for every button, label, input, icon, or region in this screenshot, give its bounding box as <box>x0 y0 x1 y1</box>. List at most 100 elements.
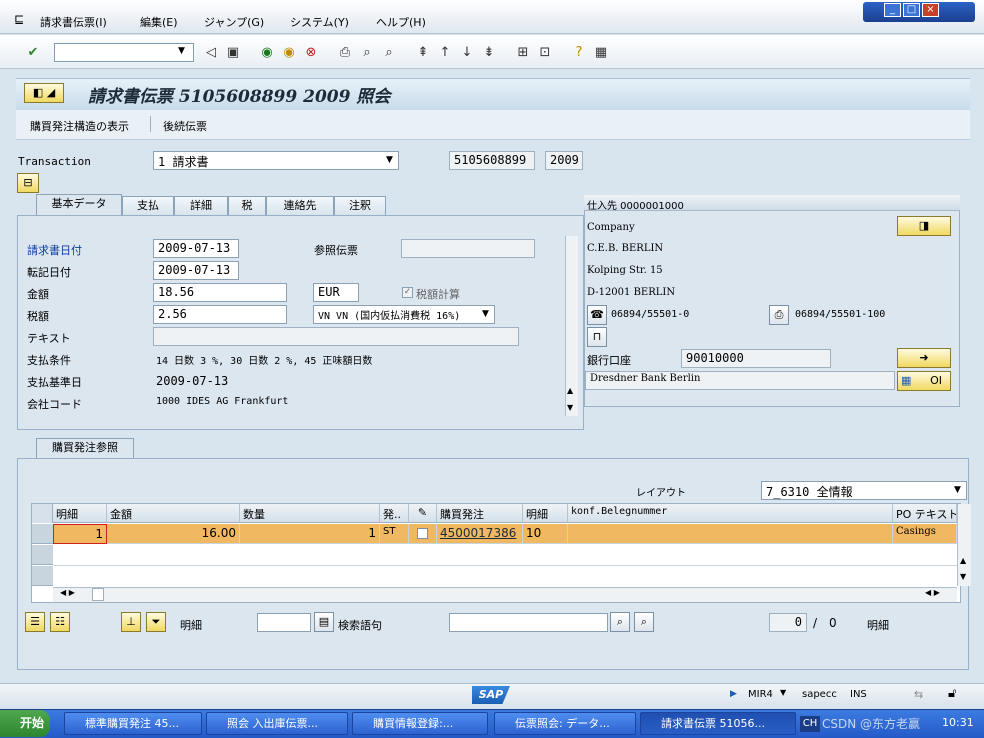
tax-code-select[interactable]: VN VN (国内仮払消費税 16%) <box>313 305 495 324</box>
row-selector[interactable] <box>32 545 53 565</box>
layout-icon[interactable]: ▦ <box>592 44 610 62</box>
tab-tax[interactable]: 税 <box>228 196 266 216</box>
col-amount[interactable]: 金額 <box>107 504 240 523</box>
invoice-date-field[interactable]: 2009-07-13 <box>153 239 239 258</box>
row-selector[interactable] <box>32 524 53 544</box>
calc-tax-checkbox[interactable]: ✓ <box>402 287 413 298</box>
vendor-detail-button[interactable]: ◨ <box>897 216 951 236</box>
task-gr[interactable]: 照会 入出庫伝票... <box>206 712 348 735</box>
row-conf[interactable] <box>568 524 893 544</box>
phone-icon[interactable]: ☎ <box>587 305 607 325</box>
status-layout-icon[interactable]: ⇆ <box>914 688 923 701</box>
row-selector[interactable] <box>32 566 53 586</box>
text-field[interactable] <box>153 327 519 346</box>
menu-toggle-button[interactable]: ◧ ◢ <box>24 83 64 103</box>
row-po-link[interactable]: 4500017386 <box>437 524 523 544</box>
grid-scroll-down-icon[interactable]: ▼ <box>960 572 966 581</box>
amount-field[interactable]: 18.56 <box>153 283 287 302</box>
row-po-text[interactable]: Casings <box>893 524 957 544</box>
print-icon[interactable]: ⎙ <box>336 44 354 62</box>
hscroll-right-icon[interactable]: ◀ ▶ <box>925 588 940 597</box>
status-transaction[interactable]: MIR4 <box>748 689 773 700</box>
first-page-icon[interactable]: ⇞ <box>414 44 432 62</box>
tax-code-dropdown-icon[interactable]: ▼ <box>482 309 489 319</box>
row-po-item[interactable]: 10 <box>523 524 568 544</box>
sort-asc-button[interactable]: ⊥ <box>121 612 141 632</box>
find-button[interactable]: ⌕ <box>610 612 630 632</box>
menu-goto[interactable]: ジャンプ(G) <box>204 14 264 30</box>
tab-details[interactable]: 詳細 <box>174 196 228 216</box>
fax-icon[interactable]: ⎙ <box>769 305 789 325</box>
shortcut-icon[interactable]: ⊡ <box>536 44 554 62</box>
tab-notes[interactable]: 注釈 <box>334 196 386 216</box>
col-item[interactable]: 明細 <box>53 504 107 523</box>
followup-button[interactable]: 後続伝票 <box>163 118 207 134</box>
start-button[interactable]: 开始 <box>0 710 50 737</box>
row-checkbox[interactable] <box>417 528 428 539</box>
save-icon[interactable]: ▣ <box>224 44 242 62</box>
header-detail-button[interactable]: ⊟ <box>17 173 39 193</box>
reference-field[interactable] <box>401 239 535 258</box>
menu-edit[interactable]: 編集(E) <box>140 14 178 30</box>
command-field[interactable] <box>54 43 194 62</box>
po-structure-button[interactable]: 購買発注構造の表示 <box>30 118 129 134</box>
col-po-text[interactable]: PO テキスト <box>893 504 957 523</box>
next-page-icon[interactable]: ↓ <box>458 44 476 62</box>
task-po[interactable]: 標準購買発注 45... <box>64 712 202 735</box>
deselect-all-button[interactable]: ☷ <box>50 612 70 632</box>
col-quantity[interactable]: 数量 <box>240 504 380 523</box>
transaction-dropdown-icon[interactable]: ▼ <box>386 155 393 165</box>
scroll-up-icon[interactable]: ▲ <box>567 386 573 395</box>
layout-select[interactable]: 7_6310 全情報 <box>761 481 967 500</box>
col-conf[interactable]: konf.Belegnummer <box>568 504 893 523</box>
task-info[interactable]: 購買情報登録:... <box>352 712 488 735</box>
maximize-button[interactable]: □ <box>903 3 920 17</box>
tax-field[interactable]: 2.56 <box>153 305 287 324</box>
item-input[interactable] <box>257 613 311 632</box>
col-po-item[interactable]: 明細 <box>523 504 568 523</box>
row-quantity[interactable]: 1 <box>240 524 380 544</box>
grid-scroll-up-icon[interactable]: ▲ <box>960 556 966 565</box>
new-session-icon[interactable]: ⊞ <box>514 44 532 62</box>
contact-icon[interactable]: ⊓ <box>587 327 607 347</box>
minimize-button[interactable]: _ <box>884 3 901 17</box>
currency-field[interactable]: EUR <box>313 283 359 302</box>
back-icon[interactable]: ◉ <box>258 44 276 62</box>
tray-lang[interactable]: CH <box>800 716 820 732</box>
prev-page-icon[interactable]: ↑ <box>436 44 454 62</box>
menu-help[interactable]: ヘルプ(H) <box>376 14 426 30</box>
tab-basic-data[interactable]: 基本データ <box>36 194 122 217</box>
hscroll-left-icon[interactable]: ◀ ▶ <box>60 588 75 597</box>
close-button[interactable]: × <box>922 3 939 17</box>
row-unit[interactable]: ST <box>380 524 409 544</box>
row-item[interactable]: 1 <box>53 524 107 544</box>
exit-icon[interactable]: ◉ <box>280 44 298 62</box>
back-arrow-icon[interactable]: ◁ <box>202 44 220 62</box>
search-term-input[interactable] <box>449 613 608 632</box>
hscroll-thumb[interactable] <box>92 588 104 601</box>
task-invoice[interactable]: 請求書伝票 51056... <box>640 712 796 735</box>
row-amount[interactable]: 16.00 <box>107 524 240 544</box>
open-items-button[interactable]: ▦ OI <box>897 371 951 391</box>
grid-select-all[interactable] <box>32 504 53 523</box>
help-icon[interactable]: ? <box>570 44 588 62</box>
status-dropdown-icon[interactable]: ▼ <box>780 688 786 697</box>
tab-po-reference[interactable]: 購買発注参照 <box>36 438 134 459</box>
last-page-icon[interactable]: ⇟ <box>480 44 498 62</box>
transaction-select[interactable]: 1 請求書 <box>153 151 399 170</box>
select-all-button[interactable]: ☰ <box>25 612 45 632</box>
status-lock-icon[interactable]: 🔓︎ <box>948 686 956 701</box>
search-term-icon[interactable]: ▤ <box>314 612 334 632</box>
col-po[interactable]: 購買発注 <box>437 504 523 523</box>
cancel-icon[interactable]: ⊗ <box>302 44 320 62</box>
find-icon[interactable]: ⌕ <box>358 44 376 62</box>
status-play-icon[interactable]: ▶ <box>730 689 737 699</box>
tab-contact[interactable]: 連絡先 <box>266 196 334 216</box>
status-mode[interactable]: INS <box>850 689 867 700</box>
col-unit[interactable]: 発.. <box>380 504 409 523</box>
task-doc[interactable]: 伝票照会: データ... <box>494 712 636 735</box>
col-check[interactable]: ✎ <box>409 504 437 523</box>
filter-button[interactable]: ⏷ <box>146 612 166 632</box>
row-check-cell[interactable] <box>409 524 437 544</box>
find-next-button[interactable]: ⌕ <box>634 612 654 632</box>
